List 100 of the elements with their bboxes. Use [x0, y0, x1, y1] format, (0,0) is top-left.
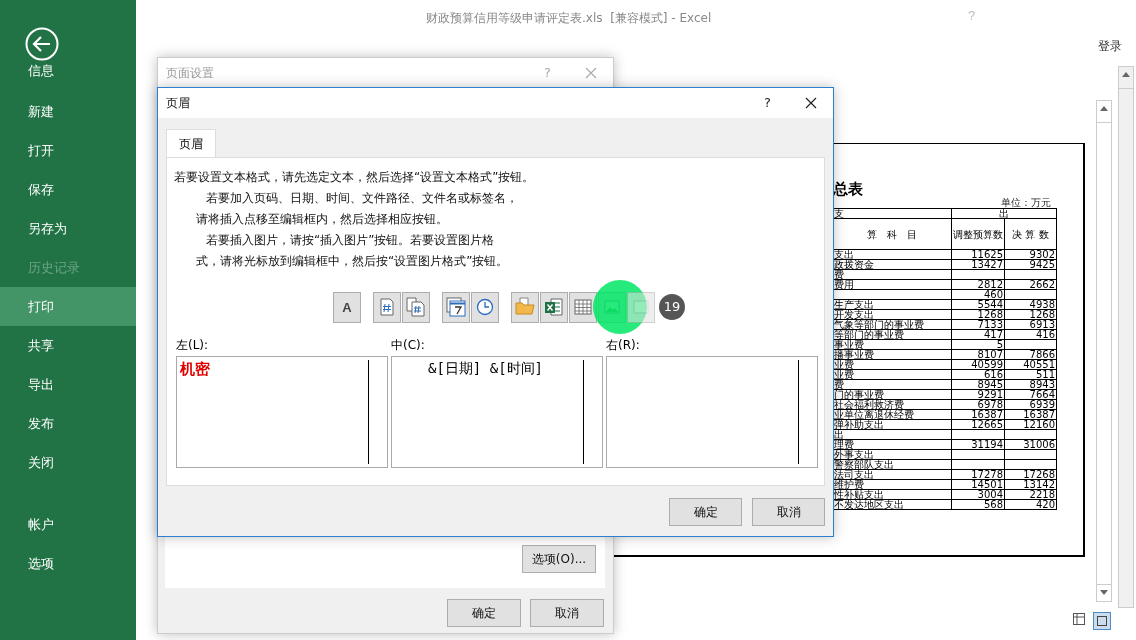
dialog-title: 页面设置 [166, 64, 214, 82]
table-cell: 9425 [1004, 259, 1057, 270]
page-view-icon[interactable] [1072, 612, 1086, 626]
table-cell: 417 [951, 329, 1005, 340]
nav-item[interactable]: 打印 [0, 287, 136, 326]
table-cell [951, 269, 1005, 280]
table-cell: 6913 [1004, 319, 1057, 330]
section-label: 左(L): [176, 337, 210, 354]
table-cell [1004, 459, 1057, 470]
table-cell: 416 [1004, 329, 1057, 340]
spreadsheet-icon [544, 297, 564, 317]
nav-item[interactable]: 另存为 [0, 209, 136, 248]
time-button[interactable] [471, 291, 499, 323]
table-cell [1004, 339, 1057, 350]
table-cell: 13427 [951, 259, 1005, 270]
table-cell: 17268 [1004, 469, 1057, 480]
table-cell: 568 [951, 499, 1005, 510]
table-cell [951, 459, 1005, 470]
table-cell: 7133 [951, 319, 1005, 330]
page-count-button[interactable] [402, 291, 430, 323]
help-button[interactable]: ? [764, 95, 771, 110]
options-button[interactable]: 选项(O)... [522, 545, 596, 573]
page-number-button[interactable] [373, 291, 401, 323]
tab[interactable]: 页眉 [166, 129, 216, 158]
nav-item[interactable]: 共享 [0, 326, 136, 365]
scrollbar[interactable] [1096, 100, 1112, 602]
report-title: 总表 [833, 180, 863, 199]
table-cell: 11625 [951, 249, 1005, 260]
nav-item[interactable]: 信息 [25, 63, 54, 79]
clock-icon [475, 297, 495, 317]
table-cell: 511 [1004, 369, 1057, 380]
sheet-name-button[interactable] [569, 291, 597, 323]
table-cell: 8107 [951, 349, 1005, 360]
calendar-icon [446, 297, 466, 317]
nav-item[interactable]: 选项 [0, 544, 136, 583]
close-icon[interactable] [805, 97, 817, 109]
instruction-text: 若要插入图片，请按“插入图片”按钮。若要设置图片格 [205, 232, 496, 249]
table-cell [951, 429, 1005, 440]
table-cell: 1268 [951, 309, 1005, 320]
nav-item[interactable]: 新建 [0, 92, 136, 131]
table-cell: 3004 [951, 489, 1005, 500]
scroll-down-icon[interactable] [1100, 590, 1108, 595]
scroll-up-icon[interactable] [1100, 106, 1108, 111]
dialog-title: 页眉 [166, 94, 190, 112]
nav-item[interactable]: 发布 [0, 404, 136, 443]
table-cell: 5 [951, 339, 1005, 350]
table-cell: 8943 [1004, 379, 1057, 390]
table-cell: 12160 [1004, 419, 1057, 430]
folder-icon [515, 297, 535, 317]
section-label: 右(R): [606, 337, 641, 354]
table-cell: 40599 [951, 359, 1005, 370]
table-cell: 420 [1004, 499, 1057, 510]
zoom-page-icon[interactable] [1093, 612, 1111, 630]
table-cell [951, 449, 1005, 460]
nav-item[interactable]: 导出 [0, 365, 136, 404]
nav-item[interactable]: 帐户 [0, 505, 136, 544]
nav-item[interactable]: 关闭 [0, 443, 136, 482]
scrollbar[interactable] [1118, 66, 1134, 608]
dialog-button[interactable]: 取消 [752, 498, 825, 526]
header-text-field[interactable] [606, 356, 818, 468]
table-cell: 616 [951, 369, 1005, 380]
table-cell: 6939 [1004, 399, 1057, 410]
nav-item[interactable]: 保存 [0, 170, 136, 209]
table-cell: 8945 [951, 379, 1005, 390]
sign-in-link[interactable]: 登录 [1098, 38, 1122, 55]
table-cell: 31006 [1004, 439, 1057, 450]
date-button[interactable] [442, 291, 470, 323]
table-cell: 14501 [951, 479, 1005, 490]
page-number-icon [377, 297, 397, 317]
dialog-button[interactable]: 取消 [530, 599, 604, 627]
table-cell: 13142 [1004, 479, 1057, 490]
table-cell: 16387 [1004, 409, 1057, 420]
table-cell: 460 [951, 289, 1005, 300]
header-text-field[interactable]: &[日期] &[时间] [391, 356, 603, 468]
file-name-button[interactable] [540, 291, 568, 323]
dialog-button[interactable]: 确定 [447, 599, 521, 627]
table-header: 出 [951, 208, 1057, 219]
table-cell: 17278 [951, 469, 1005, 480]
table-cell [1004, 429, 1057, 440]
grid-icon [573, 297, 593, 317]
instruction-text: 若要设置文本格式，请先选定文本，然后选择“设置文本格式”按钮。 [174, 169, 536, 186]
table-cell [1004, 449, 1057, 460]
table-cell [1004, 269, 1057, 280]
dialog-button[interactable]: 确定 [669, 498, 742, 526]
table-header: 调整预算数 [951, 218, 1005, 250]
table-cell [1004, 289, 1057, 300]
table-cell: 7664 [1004, 389, 1057, 400]
window-title: 财政预算信用等级申请评定表.xls [兼容模式] - Excel [426, 10, 712, 27]
table-header: 支 [833, 208, 952, 219]
section-label: 中(C): [391, 337, 426, 354]
header-text-field[interactable]: 机密 [176, 356, 388, 468]
picture-icon [631, 297, 651, 317]
table-header: 决 算 数 [1004, 218, 1057, 250]
instruction-text: 请将插入点移至编辑框内，然后选择相应按钮。 [195, 211, 449, 228]
scroll-up-icon[interactable] [1122, 72, 1130, 77]
format-text-button[interactable]: A [333, 291, 361, 323]
table-cell: 9291 [951, 389, 1005, 400]
nav-item[interactable]: 打开 [0, 131, 136, 170]
instruction-text: 式，请将光标放到编辑框中，然后按“设置图片格式”按钮。 [195, 253, 510, 270]
table-cell: 5544 [951, 299, 1005, 310]
